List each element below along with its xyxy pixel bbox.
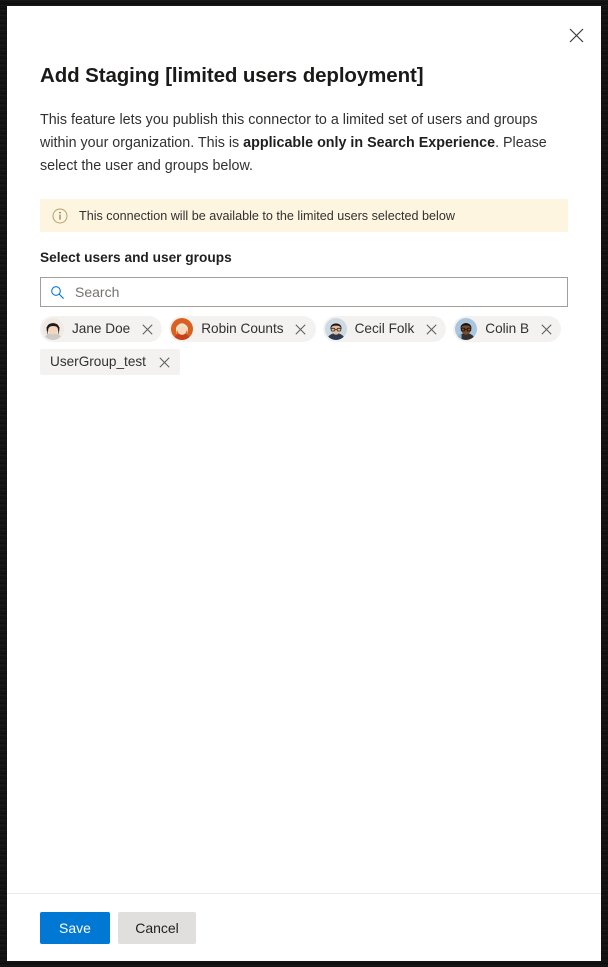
search-icon <box>51 285 64 299</box>
selected-people-list: Jane Doe Robin Counts Cecil Folk Colin B… <box>40 316 568 375</box>
list-item[interactable]: Robin Counts <box>169 316 316 342</box>
avatar <box>455 318 478 340</box>
people-picker-label: Select users and user groups <box>40 250 232 265</box>
list-item[interactable]: UserGroup_test <box>40 349 180 375</box>
description-emphasis: applicable only in Search Experience <box>243 135 496 151</box>
remove-icon[interactable] <box>420 318 442 340</box>
page-title: Add Staging [limited users deployment] <box>40 64 424 87</box>
avatar <box>324 318 347 340</box>
info-circle-icon <box>52 208 68 223</box>
add-staging-dialog: Add Staging [limited users deployment] T… <box>7 6 601 961</box>
info-banner-text: This connection will be available to the… <box>79 208 455 223</box>
cecil-folk-avatar <box>324 318 347 340</box>
cancel-button[interactable]: Cancel <box>118 911 196 944</box>
search-field[interactable] <box>40 277 568 307</box>
remove-icon[interactable] <box>290 318 312 340</box>
search-input[interactable] <box>75 282 558 302</box>
close-glyph <box>541 323 552 335</box>
list-item-label: Robin Counts <box>201 321 284 336</box>
close-glyph <box>426 323 437 335</box>
dialog-content: Add Staging [limited users deployment] T… <box>7 6 601 893</box>
avatar <box>171 318 194 340</box>
list-item-label: Jane Doe <box>72 321 131 336</box>
list-item-label: UserGroup_test <box>50 354 146 369</box>
info-banner: This connection will be available to the… <box>40 199 568 232</box>
close-glyph <box>295 323 306 335</box>
remove-icon[interactable] <box>535 318 557 340</box>
close-glyph <box>159 356 171 368</box>
list-item[interactable]: Cecil Folk <box>322 316 447 342</box>
close-glyph <box>142 323 153 335</box>
list-item[interactable]: Colin B <box>453 316 562 342</box>
jane-doe-avatar <box>42 318 64 340</box>
dialog-footer: Save Cancel <box>7 893 601 961</box>
list-item-label: Colin B <box>485 321 530 336</box>
list-item-label: Cecil Folk <box>354 321 415 336</box>
dialog-backdrop: Add Staging [limited users deployment] T… <box>0 0 608 967</box>
list-item[interactable]: Jane Doe <box>40 316 163 342</box>
save-button[interactable]: Save <box>40 911 110 944</box>
colin-b-avatar <box>455 318 478 340</box>
robin-counts-avatar <box>171 318 194 340</box>
avatar <box>42 318 64 340</box>
dialog-description: This feature lets you publish this conne… <box>40 90 568 178</box>
remove-icon[interactable] <box>154 351 176 373</box>
remove-icon[interactable] <box>136 318 158 340</box>
